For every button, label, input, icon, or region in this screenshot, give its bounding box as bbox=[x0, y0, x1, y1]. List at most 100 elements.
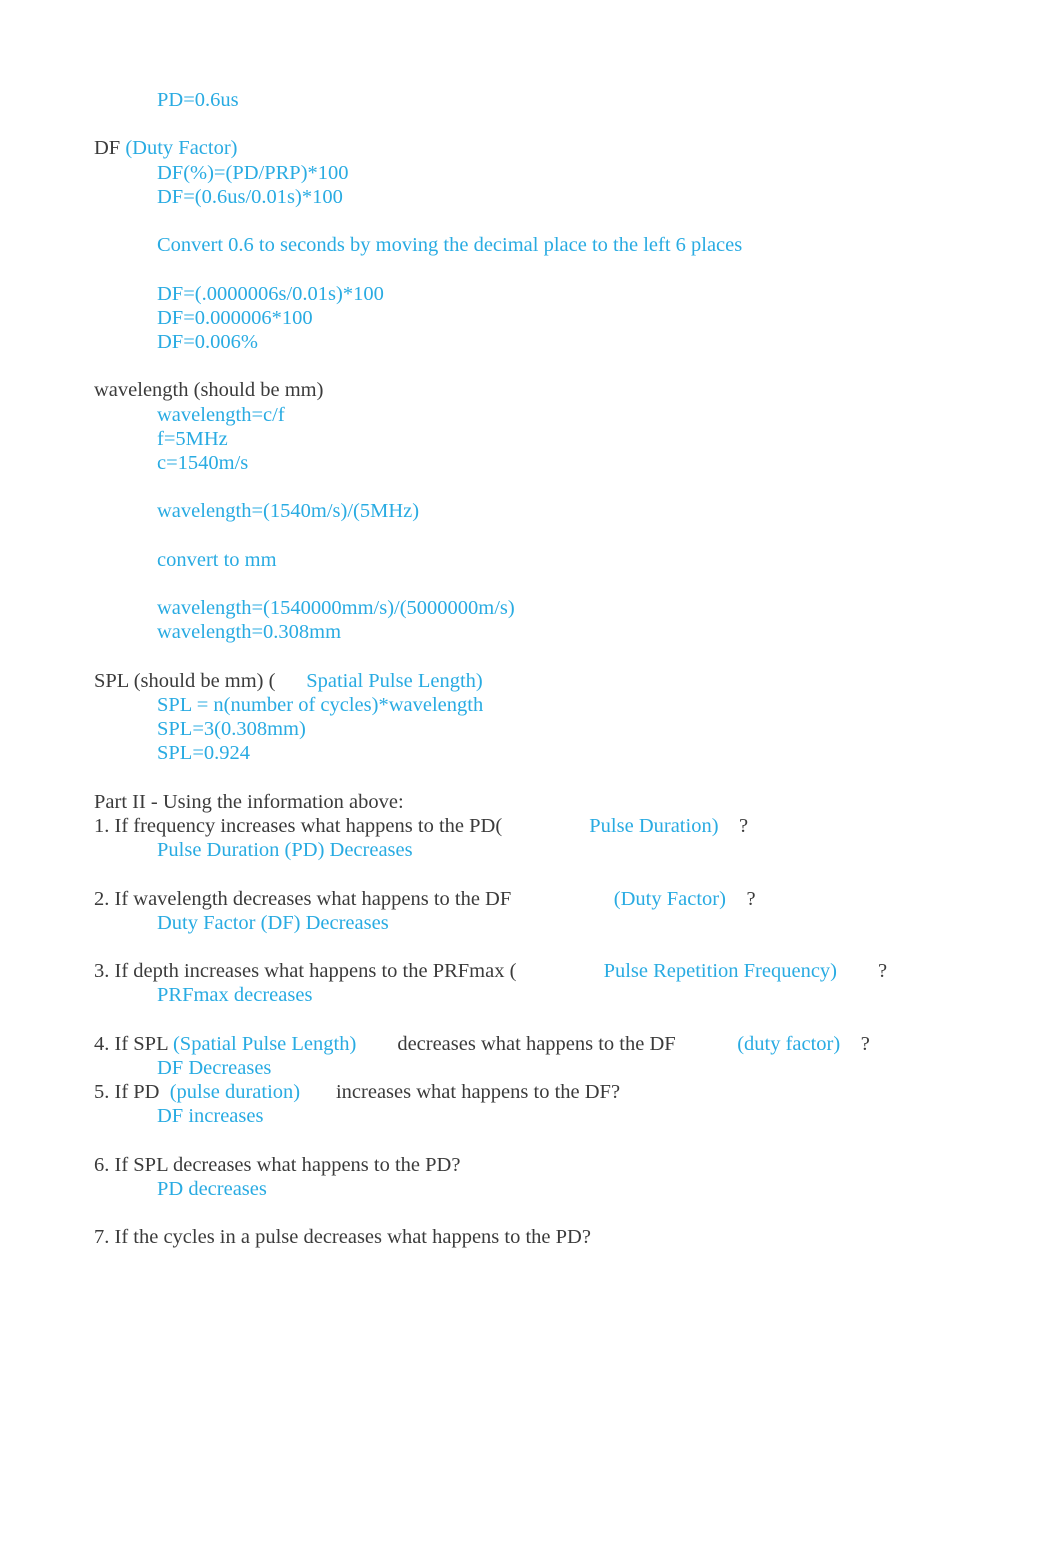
prompt-text: 7. If the cycles in a pulse decreases wh… bbox=[94, 1226, 591, 1249]
prompt-text: 2. If wavelength decreases what happens … bbox=[94, 887, 512, 910]
indented-text-line: c=1540m/s bbox=[94, 451, 984, 475]
indented-text-line: Duty Factor (DF) Decreases bbox=[94, 911, 984, 935]
answer-text: Pulse Duration (PD) Decreases bbox=[157, 839, 413, 862]
answer-text: SPL = n(number of cycles)*wavelength bbox=[157, 693, 484, 716]
block-spacer-3 bbox=[94, 645, 984, 669]
indented-text-line: DF=0.006% bbox=[94, 330, 984, 354]
indented-text-line: PRFmax decreases bbox=[94, 983, 984, 1007]
block-spacer-2 bbox=[94, 354, 984, 378]
document-page: PD=0.6us DF (Duty Factor) DF(%)=(PD/PRP)*… bbox=[0, 0, 1062, 1561]
answer-text: wavelength=(1540m/s)/(5MHz) bbox=[157, 500, 420, 523]
indented-text-line: f=5MHz bbox=[94, 427, 984, 451]
answer-text: Convert 0.6 to seconds by moving the dec… bbox=[157, 234, 743, 257]
answer-text: Pulse Duration) bbox=[502, 814, 719, 837]
answer-text: SPL=3(0.308mm) bbox=[157, 718, 306, 741]
text-line: DF (Duty Factor) bbox=[94, 136, 984, 160]
prompt-text: Part II - Using the information above: bbox=[94, 790, 404, 813]
text-line: 2. If wavelength decreases what happens … bbox=[94, 887, 984, 911]
answer-text: convert to mm bbox=[157, 548, 277, 571]
prompt-text: DF bbox=[94, 137, 126, 160]
answer-text: DF=0.006% bbox=[157, 330, 258, 353]
indented-text-line: SPL=0.924 bbox=[94, 741, 984, 765]
indented-text-line: wavelength=(1540000mm/s)/(5000000m/s) bbox=[94, 596, 984, 620]
text-line: SPL (should be mm) ( Spatial Pulse Lengt… bbox=[94, 669, 984, 693]
answer-text: (duty factor) bbox=[675, 1032, 841, 1055]
prompt-text: ? bbox=[837, 960, 888, 983]
text-line: 5. If PD (pulse duration) increases what… bbox=[94, 1080, 984, 1104]
answer-text: PD decreases bbox=[157, 1177, 267, 1200]
indented-text-line: DF=(0.6us/0.01s)*100 bbox=[94, 185, 984, 209]
prompt-text: increases what happens to the DF? bbox=[300, 1081, 621, 1104]
block-part-two: Part II - Using the information above: 1.… bbox=[94, 790, 984, 1250]
indented-text-line: DF Decreases bbox=[94, 1056, 984, 1080]
answer-text: DF=0.000006*100 bbox=[157, 306, 313, 329]
text-line: 1. If frequency increases what happens t… bbox=[94, 814, 984, 838]
answer-text: DF Decreases bbox=[157, 1056, 272, 1079]
indented-text-line: DF increases bbox=[94, 1104, 984, 1128]
block-wavelength: wavelength (should be mm) wavelength=c/f f… bbox=[94, 378, 984, 644]
prompt-text: 5. If PD bbox=[94, 1081, 165, 1104]
indented-text-line: wavelength=(1540m/s)/(5MHz) bbox=[94, 499, 984, 523]
block-spl: SPL (should be mm) ( Spatial Pulse Lengt… bbox=[94, 669, 984, 766]
indented-text-line: DF(%)=(PD/PRP)*100 bbox=[94, 161, 984, 185]
answer-text: DF(%)=(PD/PRP)*100 bbox=[157, 161, 349, 184]
indented-text-line: wavelength=0.308mm bbox=[94, 620, 984, 644]
prompt-text: decreases what happens to the DF bbox=[356, 1032, 676, 1055]
indented-text-line: SPL=3(0.308mm) bbox=[94, 717, 984, 741]
text-line: Part II - Using the information above: bbox=[94, 790, 984, 814]
text-line: 6. If SPL decreases what happens to the … bbox=[94, 1153, 984, 1177]
prompt-text: 6. If SPL decreases what happens to the … bbox=[94, 1153, 461, 1176]
answer-text: DF increases bbox=[157, 1105, 264, 1128]
answer-text: wavelength=0.308mm bbox=[157, 621, 342, 644]
indented-text-line: convert to mm bbox=[94, 548, 984, 572]
prompt-text: 3. If depth increases what happens to th… bbox=[94, 960, 517, 983]
answer-text: Pulse Repetition Frequency) bbox=[516, 960, 837, 983]
block-duty-factor: DF (Duty Factor) DF(%)=(PD/PRP)*100 DF=(0.… bbox=[94, 136, 984, 354]
indented-text-line: Convert 0.6 to seconds by moving the dec… bbox=[94, 233, 984, 257]
indented-text-line: wavelength=c/f bbox=[94, 403, 984, 427]
answer-text: DF=(.0000006s/0.01s)*100 bbox=[157, 282, 384, 305]
answer-text: (Duty Factor) bbox=[125, 137, 238, 160]
prompt-text: wavelength (should be mm) bbox=[94, 379, 324, 402]
answer-text: Spatial Pulse Length) bbox=[275, 669, 483, 692]
answer-text: c=1540m/s bbox=[157, 451, 249, 474]
indented-text-line: PD=0.6us bbox=[94, 88, 984, 112]
answer-text: PD=0.6us bbox=[157, 89, 239, 111]
answer-text: DF=(0.6us/0.01s)*100 bbox=[157, 185, 343, 208]
indented-text-line: DF=0.000006*100 bbox=[94, 306, 984, 330]
prompt-text: ? bbox=[725, 887, 756, 910]
document-body: PD=0.6us DF (Duty Factor) DF(%)=(PD/PRP)*… bbox=[94, 88, 984, 1250]
answer-text: Duty Factor (DF) Decreases bbox=[157, 911, 389, 934]
text-line: 7. If the cycles in a pulse decreases wh… bbox=[94, 1225, 984, 1249]
prompt-text: 1. If frequency increases what happens t… bbox=[94, 814, 503, 837]
block-pd-value: PD=0.6us bbox=[94, 88, 984, 112]
answer-text: (pulse duration) bbox=[164, 1081, 301, 1104]
indented-text-line: DF=(.0000006s/0.01s)*100 bbox=[94, 282, 984, 306]
block-spacer-4 bbox=[94, 766, 984, 790]
prompt-text: 4. If SPL bbox=[94, 1032, 173, 1055]
answer-text: wavelength=c/f bbox=[157, 403, 285, 426]
prompt-text: ? bbox=[718, 814, 749, 837]
answer-text: (Spatial Pulse Length) bbox=[172, 1032, 357, 1055]
answer-text: PRFmax decreases bbox=[157, 984, 313, 1007]
text-line: wavelength (should be mm) bbox=[94, 378, 984, 402]
text-line: 4. If SPL (Spatial Pulse Length) decreas… bbox=[94, 1032, 984, 1056]
indented-text-line: PD decreases bbox=[94, 1177, 984, 1201]
text-line: 3. If depth increases what happens to th… bbox=[94, 959, 984, 983]
indented-text-line: Pulse Duration (PD) Decreases bbox=[94, 838, 984, 862]
answer-text: f=5MHz bbox=[157, 427, 228, 450]
answer-text: SPL=0.924 bbox=[157, 742, 251, 765]
indented-text-line: SPL = n(number of cycles)*wavelength bbox=[94, 693, 984, 717]
block-spacer-1 bbox=[94, 112, 984, 136]
